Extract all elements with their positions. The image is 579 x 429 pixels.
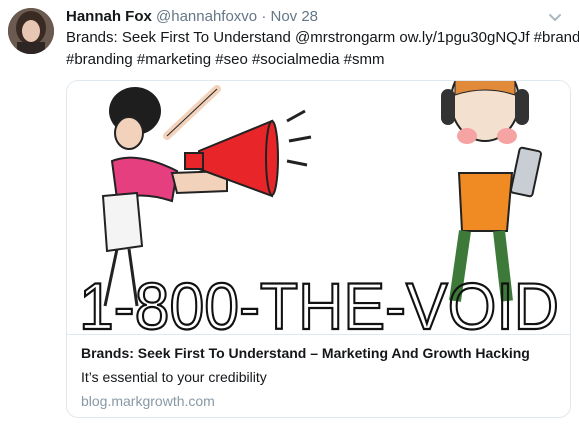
tweet-text-line[interactable]: Brands: Seek First To Understand @mrstro… — [66, 27, 579, 49]
link-card[interactable]: 1-800-THE-VOID Brands: Seek First To Und… — [66, 80, 571, 418]
card-description: It’s essential to your credibility — [81, 369, 267, 385]
man-illustration — [441, 81, 542, 302]
tweet: Hannah Fox @hannahfoxvo · Nov 28 Brands:… — [0, 0, 579, 429]
chevron-down-icon[interactable] — [548, 10, 562, 21]
avatar[interactable] — [8, 8, 54, 54]
card-image-caption: 1-800-THE-VOID — [79, 269, 559, 334]
card-image[interactable]: 1-800-THE-VOID — [67, 81, 570, 344]
separator-dot: · — [261, 8, 267, 25]
tweet-text-line[interactable]: #branding #marketing #seo #socialmedia #… — [66, 49, 566, 71]
tweet-header: Hannah Fox @hannahfoxvo · Nov 28 — [66, 8, 318, 26]
tweet-text: Brands: Seek First To Understand @mrstro… — [66, 27, 579, 71]
user-handle[interactable]: @hannahfoxvo — [156, 8, 257, 25]
card-domain[interactable]: blog.markgrowth.com — [81, 393, 215, 409]
tweet-timestamp[interactable]: Nov 28 — [271, 8, 319, 25]
user-name[interactable]: Hannah Fox — [66, 8, 152, 25]
card-title[interactable]: Brands: Seek First To Understand – Marke… — [81, 345, 530, 361]
avatar-photo — [8, 8, 54, 54]
